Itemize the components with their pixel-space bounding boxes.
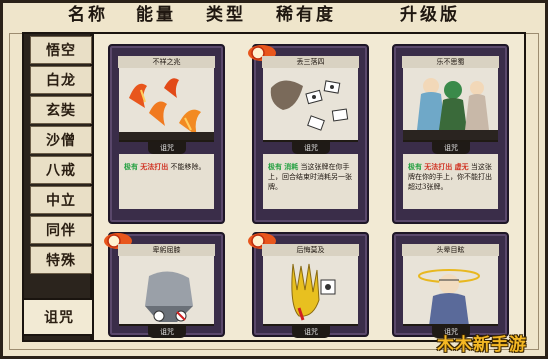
card-name: 丢三落四 <box>262 56 359 68</box>
card-description: 极有 无法打出 虚无 当这张牌在你的手上，你不能打出超过3张牌。 <box>403 154 498 209</box>
keyword-rare: 极有 <box>408 162 422 171</box>
card-description: 极有 无法打出 不能移除。 <box>119 154 214 209</box>
card-dizzy[interactable]: 头晕目眩 诅咒 <box>392 232 509 338</box>
keyword-exhaust: 消耗 <box>284 162 299 171</box>
card-art-kneeling <box>119 256 214 326</box>
card-type: 诅咒 <box>292 326 330 338</box>
card-name: 头晕目眩 <box>402 244 499 256</box>
card-art-scattered-items <box>263 68 358 142</box>
category-curse[interactable]: 诅咒 <box>24 298 96 336</box>
card-regret[interactable]: 后悔莫及 诅咒 <box>248 232 369 338</box>
card-art-fire <box>119 68 214 142</box>
category-wukong[interactable]: 悟空 <box>30 36 92 64</box>
keyword-rare: 极有 <box>268 162 282 171</box>
keyword-unplayable: 无法打出 <box>140 162 169 171</box>
category-neutral[interactable]: 中立 <box>30 186 92 214</box>
card-grid: 不祥之兆 诅咒 极有 无法打出 不能移除。 丢三落四 诅咒 极有 消耗 当这张牌… <box>92 32 526 342</box>
card-name: 不祥之兆 <box>118 56 215 68</box>
sort-by-type[interactable]: 类型 <box>206 3 246 27</box>
card-bad-omen[interactable]: 不祥之兆 诅咒 极有 无法打出 不能移除。 <box>108 44 225 224</box>
card-homesick[interactable]: 乐不思蜀 诅咒 极有 无法打出 虚无 当这张牌在你的手上，你不能打出超过3张牌。 <box>392 44 509 224</box>
sort-by-energy[interactable]: 能量 <box>136 3 176 27</box>
card-type: 诅咒 <box>148 142 186 154</box>
sort-by-name[interactable]: 名称 <box>68 3 108 27</box>
card-art-golden-hand <box>263 256 358 326</box>
card-forgetful[interactable]: 丢三落四 诅咒 极有 消耗 当这张牌在你手上，回合结束时消耗另一张牌。 <box>248 44 369 224</box>
watermark-logo: 木木新手游 <box>437 335 527 355</box>
category-bailong[interactable]: 白龙 <box>30 66 92 94</box>
card-description: 极有 消耗 当这张牌在你手上，回合结束时消耗另一张牌。 <box>263 154 358 209</box>
card-type: 诅咒 <box>292 142 330 154</box>
card-type: 诅咒 <box>432 142 470 154</box>
card-art-revelry <box>403 68 498 142</box>
keyword-unplayable-ethereal: 无法打出 虚无 <box>424 162 469 171</box>
category-special[interactable]: 特殊 <box>30 246 92 274</box>
card-type: 诅咒 <box>148 326 186 338</box>
keyword-rare: 极有 <box>124 162 138 171</box>
sort-by-rarity[interactable]: 稀有度 <box>276 3 336 27</box>
category-sidebar: 悟空 白龙 玄奘 沙僧 八戒 中立 同伴 特殊 诅咒 <box>22 32 96 342</box>
card-art-dizzy-monk <box>403 256 498 326</box>
card-name: 后悔莫及 <box>262 244 359 256</box>
category-shaseng[interactable]: 沙僧 <box>30 126 92 154</box>
filter-header: 名称 能量 类型 稀有度 升级版 <box>0 0 548 30</box>
toggle-upgraded[interactable]: 升级版 <box>400 3 460 27</box>
category-companion[interactable]: 同伴 <box>30 216 92 244</box>
card-kowtow[interactable]: 卑躬屈膝 诅咒 <box>104 232 225 338</box>
category-bajie[interactable]: 八戒 <box>30 156 92 184</box>
card-name: 乐不思蜀 <box>402 56 499 68</box>
category-xuanzang[interactable]: 玄奘 <box>30 96 92 124</box>
card-text: 不能移除。 <box>170 163 206 171</box>
card-name: 卑躬屈膝 <box>118 244 215 256</box>
